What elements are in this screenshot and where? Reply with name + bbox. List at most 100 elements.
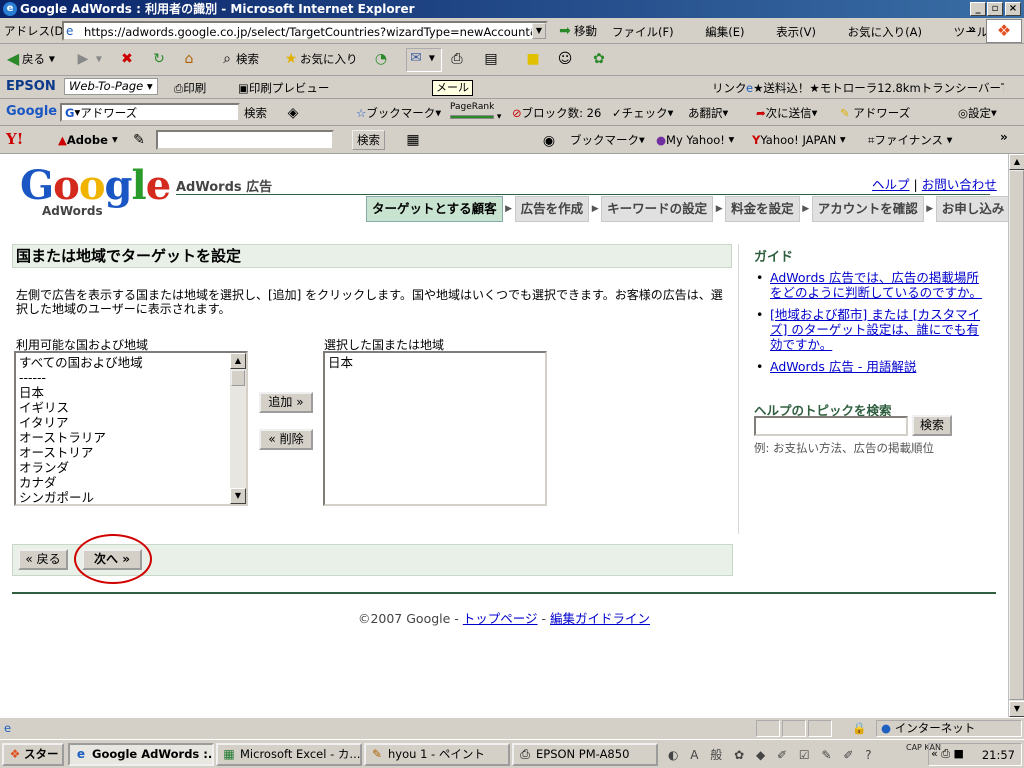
adobe-button[interactable]: ▲Adobe ▾: [58, 132, 118, 147]
guide-link-placement[interactable]: AdWords 広告では、広告の掲載場所をどのように判断しているのですか。: [770, 270, 982, 300]
ime-icons[interactable]: ◐ A 般 ✿ ◆ ✐ ☑ ✎ ✐ ?: [668, 746, 876, 763]
links-item[interactable]: e★送料込！★モトローラ12.8kmトランシーバーT55(: [746, 80, 1004, 96]
help-search-input[interactable]: [754, 416, 908, 436]
home-icon[interactable]: ⌂: [180, 50, 198, 68]
menu-file[interactable]: ファイル(F): [612, 24, 674, 40]
wizard-steps: ターゲットとする顧客 ▶ 広告を作成 ▶ キーワードの設定 ▶ 料金を設定 ▶ …: [366, 196, 1008, 222]
list-item[interactable]: 日本: [19, 385, 226, 400]
address-input[interactable]: e https://adwords.google.co.jp/select/Ta…: [62, 21, 548, 41]
google-search-button[interactable]: 検索: [244, 105, 267, 121]
yahoo-globe-icon[interactable]: ◉: [540, 132, 558, 150]
go-button[interactable]: ➡ 移動: [556, 22, 597, 40]
scroll-thumb[interactable]: [1009, 170, 1024, 700]
mail-button[interactable]: ✉ ▾: [406, 48, 442, 72]
yahoo-japan-button[interactable]: YYahoo! JAPAN ▾: [752, 132, 846, 147]
list-item[interactable]: すべての国および地域: [19, 355, 226, 370]
contact-link[interactable]: お問い合わせ: [922, 177, 997, 192]
help-link[interactable]: ヘルプ: [872, 177, 910, 192]
excel-icon: ▦: [223, 747, 235, 761]
yahoo-search-button[interactable]: 検索: [352, 130, 385, 150]
tray-icons[interactable]: « ⎙ ■: [931, 747, 964, 761]
help-links: ヘルプ | お問い合わせ: [872, 177, 997, 192]
address-dropdown-button[interactable]: ▼: [532, 23, 546, 39]
help-search-button[interactable]: 検索: [912, 415, 952, 436]
spellcheck-button[interactable]: ✓チェック▾: [612, 105, 673, 121]
yahoo-tools-icon[interactable]: ▦: [404, 131, 422, 149]
guide-link-targeting[interactable]: [地域および都市] または [カスタマイズ] のターゲット設定は、誰にでも有効で…: [770, 307, 980, 352]
list-item[interactable]: オランダ: [19, 460, 226, 475]
highlighter-icon[interactable]: ✎: [130, 131, 148, 149]
guide-link-glossary[interactable]: AdWords 広告 - 用語解説: [770, 359, 916, 374]
menu-view[interactable]: 表示(V): [776, 24, 816, 40]
yahoo-logo[interactable]: Y!: [6, 130, 23, 148]
mail-tooltip: メール: [432, 80, 473, 96]
list-item[interactable]: ------: [19, 370, 226, 385]
popup-blocker[interactable]: ⊘ブロック数: 26: [512, 105, 601, 121]
list-item[interactable]: イギリス: [19, 400, 226, 415]
list-item[interactable]: イタリア: [19, 415, 226, 430]
finance-button[interactable]: ⌗ファイナンス ▾: [868, 132, 952, 148]
list-item[interactable]: シンガポール: [19, 490, 226, 504]
favorites-button[interactable]: ★ お気に入り: [282, 50, 358, 68]
google-search-input[interactable]: G▾アドワーズ: [60, 103, 240, 122]
remove-button[interactable]: « 削除: [259, 429, 313, 450]
google-settings-button[interactable]: ◎設定▾: [958, 105, 997, 121]
available-regions-list[interactable]: すべての国および地域 ------ 日本 イギリス イタリア オーストラリア オ…: [14, 351, 248, 506]
yahoo-search-input[interactable]: [156, 130, 334, 150]
list-item[interactable]: オーストラリア: [19, 430, 226, 445]
history-icon[interactable]: ◔: [372, 50, 390, 68]
task-ie[interactable]: e Google AdWords :...: [68, 743, 214, 766]
google-bookmark-button[interactable]: ☆ブックマーク▾: [356, 105, 441, 121]
status-pane: [782, 720, 806, 737]
yahoo-overflow-icon[interactable]: »: [1000, 130, 1008, 144]
notes-icon[interactable]: ■: [524, 50, 542, 68]
print-icon[interactable]: ⎙: [448, 50, 466, 68]
print-button[interactable]: ⎙印刷: [174, 80, 206, 96]
menu-favorites[interactable]: お気に入り(A): [848, 24, 922, 40]
search-icon: ⌕: [223, 51, 231, 67]
scroll-thumb[interactable]: [231, 370, 245, 386]
maximize-button[interactable]: ▫: [987, 2, 1003, 16]
menu-overflow-icon[interactable]: »: [968, 22, 976, 36]
minimize-button[interactable]: _: [970, 2, 986, 16]
task-epson[interactable]: ⎙ EPSON PM-A850: [512, 743, 658, 766]
refresh-icon[interactable]: ↻: [150, 50, 168, 68]
task-excel[interactable]: ▦ Microsoft Excel - カ...: [216, 743, 362, 766]
scroll-down-icon[interactable]: ▼: [230, 488, 246, 504]
guide-item: • AdWords 広告では、広告の掲載場所をどのように判断しているのですか。: [756, 270, 986, 300]
messenger-icon[interactable]: ☺: [556, 50, 574, 68]
menu-edit[interactable]: 編集(E): [705, 24, 744, 40]
add-button[interactable]: 追加 »: [259, 392, 313, 413]
start-button[interactable]: ❖スタート: [2, 743, 64, 766]
translate-button[interactable]: あ翻訳▾: [688, 105, 728, 121]
scroll-up-icon[interactable]: ▲: [1009, 154, 1024, 170]
people-icon[interactable]: ✿: [590, 50, 608, 68]
stop-icon[interactable]: ✖: [118, 50, 136, 68]
back-button[interactable]: ◀ 戻る ▾: [4, 50, 55, 68]
adwords-button[interactable]: ✎ アドワーズ: [840, 105, 910, 121]
web-to-page-button[interactable]: Web-To-Page ▾: [64, 78, 158, 95]
step-pricing: 料金を設定: [725, 196, 800, 222]
yahoo-bookmark-button[interactable]: ブックマーク▾: [570, 132, 645, 148]
task-paint[interactable]: ✎ hyou 1 - ペイント: [364, 743, 510, 766]
forward-button[interactable]: ▶ ▾: [74, 50, 102, 68]
print-preview-button[interactable]: ▣印刷プレビュー: [238, 80, 329, 96]
scroll-down-icon[interactable]: ▼: [1009, 701, 1024, 717]
guidelines-link[interactable]: 編集ガイドライン: [550, 611, 650, 626]
my-yahoo-button[interactable]: ●My Yahoo! ▾: [656, 132, 734, 147]
page-scrollbar[interactable]: ▲ ▼: [1008, 154, 1024, 717]
search-button[interactable]: ⌕ 検索: [218, 50, 259, 68]
close-button[interactable]: ×: [1005, 2, 1021, 16]
list-scrollbar[interactable]: ▲ ▼: [230, 353, 246, 504]
back-step-button[interactable]: « 戻る: [18, 549, 68, 570]
top-page-link[interactable]: トップページ: [463, 611, 538, 626]
scroll-up-icon[interactable]: ▲: [230, 353, 246, 369]
edit-icon[interactable]: ▤: [482, 50, 500, 68]
list-item[interactable]: カナダ: [19, 475, 226, 490]
list-item[interactable]: 日本: [328, 355, 542, 370]
google-adwords-logo[interactable]: Google AdWords: [20, 164, 171, 220]
list-item[interactable]: オーストリア: [19, 445, 226, 460]
selected-regions-list[interactable]: 日本: [323, 351, 547, 506]
google-news-icon[interactable]: ◈: [284, 104, 302, 122]
send-to-button[interactable]: ➦次に送信▾: [756, 105, 817, 121]
